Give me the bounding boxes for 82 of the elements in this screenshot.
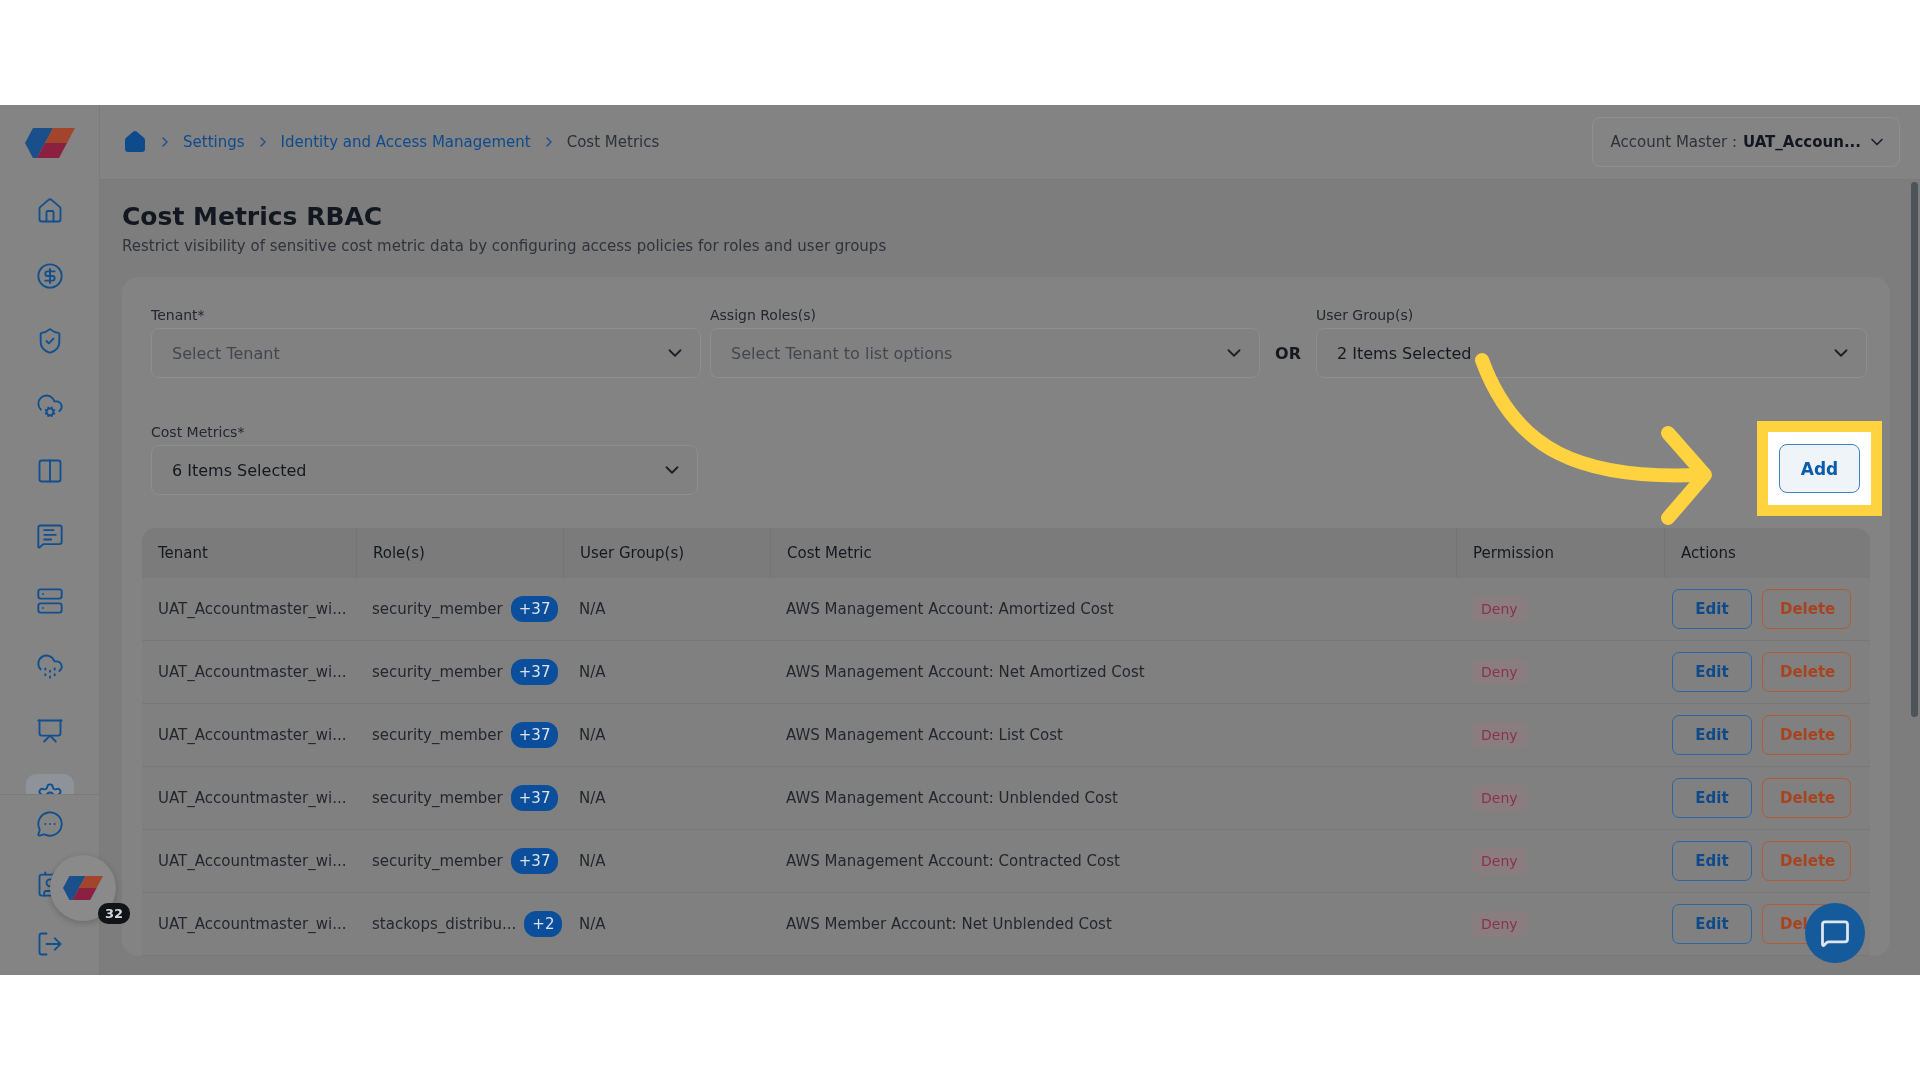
select-field[interactable]: 2 Items Selected [1316,328,1867,378]
table-cell: N/A [579,663,606,681]
chat-icon [35,810,64,838]
column-header: Actions [1681,544,1736,562]
table-cell: N/A [579,789,606,807]
column-header: Permission [1473,544,1554,562]
column-header: Tenant [158,544,208,562]
table-cell: N/A [579,600,606,618]
table-cell: UAT_Accountmaster_wi... [158,663,347,681]
ai-chat-icon [35,522,64,550]
column-header: Role(s) [373,544,425,562]
delete-button[interactable]: Delete [1762,715,1851,755]
count-badge: +37 [510,848,559,874]
delete-button[interactable]: Delete [1762,778,1851,818]
dollar-icon [35,262,64,290]
delete-button[interactable]: Delete [1762,589,1851,629]
edit-button[interactable]: Edit [1672,652,1752,692]
table-cell: security_member [372,726,503,744]
table-cell: UAT_Accountmaster_wi... [158,915,347,933]
table-cell: security_member [372,600,503,618]
table-cell: N/A [579,726,606,744]
delete-button[interactable]: Delete [1762,841,1851,881]
scrollbar[interactable] [1911,182,1918,717]
field-label: Cost Metrics* [151,424,246,440]
edit-button[interactable]: Edit [1672,778,1752,818]
table-cell: AWS Management Account: Unblended Cost [786,789,1118,807]
home-icon[interactable] [123,130,147,154]
table-cell: AWS Management Account: List Cost [786,726,1063,744]
account-dropdown[interactable]: Account Master : UAT_Accoun... [1591,117,1900,167]
table-cell: UAT_Accountmaster_wi... [158,600,347,618]
table-cell: stackops_distribu... [372,915,517,933]
notification-count: 32 [98,903,131,924]
permission-tag: Deny [1472,596,1527,622]
delete-button[interactable]: Delete [1762,652,1851,692]
logo-icon [63,876,103,900]
select-field[interactable]: Select Tenant [151,328,701,378]
table-cell: AWS Management Account: Amortized Cost [786,600,1114,618]
breadcrumb-link[interactable]: Identity and Access Management [280,133,531,151]
breadcrumb-link[interactable]: Settings [183,133,245,151]
permission-tag: Deny [1472,848,1527,874]
count-badge: +2 [524,911,563,937]
table-cell: UAT_Accountmaster_wi... [158,852,347,870]
select-field[interactable]: Select Tenant to list options [710,328,1260,378]
add-button[interactable]: Add [1779,444,1860,493]
cloud-icon [35,652,64,680]
breadcrumb-link[interactable]: Cost Metrics [566,133,660,151]
cloud-network-icon [35,392,64,420]
or-label: OR [1274,342,1302,365]
table-cell: security_member [372,852,503,870]
table-cell: security_member [372,789,503,807]
field-label: User Group(s) [1316,307,1415,323]
table-cell: N/A [579,915,606,933]
count-badge: +37 [510,722,559,748]
table-cell: UAT_Accountmaster_wi... [158,726,347,744]
edit-button[interactable]: Edit [1672,904,1752,944]
permission-tag: Deny [1472,722,1527,748]
edit-button[interactable]: Edit [1672,841,1752,881]
column-header: User Group(s) [580,544,685,562]
table-cell: security_member [372,663,503,681]
field-label: Tenant* [151,307,206,323]
permission-tag: Deny [1472,785,1527,811]
edit-button[interactable]: Edit [1672,589,1752,629]
table-cell: N/A [579,852,606,870]
permission-tag: Deny [1472,659,1527,685]
server-icon [35,587,64,615]
permission-tag: Deny [1472,911,1527,937]
presentation-icon [35,717,64,745]
column-header: Cost Metric [787,544,872,562]
select-field[interactable]: 6 Items Selected [151,445,698,495]
table-cell: AWS Management Account: Net Amortized Cost [786,663,1145,681]
chat-icon [1820,918,1850,948]
table-cell: AWS Management Account: Contracted Cost [786,852,1120,870]
count-badge: +37 [510,785,559,811]
logo-icon [24,127,75,158]
page-subtitle: Restrict visibility of sensitive cost metric data by configuring access policies for roles and user groups [122,237,888,255]
edit-button[interactable]: Edit [1672,715,1752,755]
page-title: Cost Metrics RBAC [122,202,384,231]
table-cell: UAT_Accountmaster_wi... [158,789,347,807]
field-label: Assign Roles(s) [710,307,817,323]
table-cell: AWS Member Account: Net Unblended Cost [786,915,1112,933]
count-badge: +37 [510,659,559,685]
count-badge: +37 [510,596,559,622]
